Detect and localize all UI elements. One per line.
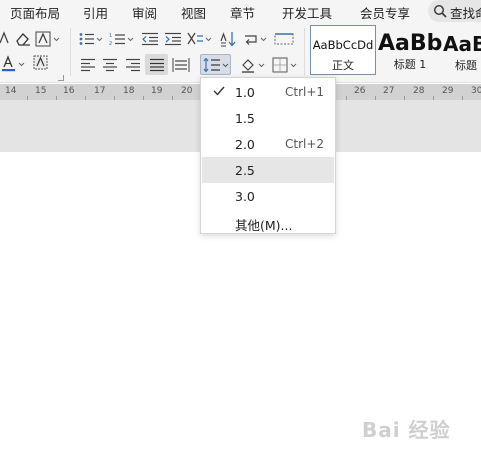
- line-spacing-icon: [203, 58, 229, 72]
- search-label: 查找命令: [450, 6, 481, 21]
- bullet-list-icon[interactable]: [78, 32, 104, 46]
- increase-indent-icon[interactable]: [164, 32, 182, 46]
- svg-text:1: 1: [109, 33, 112, 39]
- style-sample-normal: AaBbCcDd: [312, 38, 374, 52]
- command-search[interactable]: 查找命令: [428, 0, 481, 22]
- ruler-number: 18: [123, 86, 135, 96]
- line-spacing-option-2-0[interactable]: 2.0 Ctrl+2: [202, 131, 334, 157]
- font-color-icon[interactable]: [0, 55, 28, 73]
- ruler-number: 29: [442, 86, 454, 96]
- option-value: 1.0: [235, 85, 255, 100]
- show-hide-marks-icon[interactable]: [243, 32, 269, 46]
- style-normal[interactable]: AaBbCcDd 正文: [310, 25, 376, 75]
- ruler-number: 30: [471, 86, 481, 96]
- tab-references[interactable]: 引用: [83, 3, 108, 22]
- checkmark-icon: [213, 86, 225, 96]
- style-name-heading-1: 标题 1: [393, 58, 427, 71]
- wps-writer-window: 页面布局 引用 审阅 视图 章节 开发工具 会员专享 查找命令: [0, 0, 481, 464]
- table-grid-icon[interactable]: [274, 33, 294, 45]
- menu-bar: 页面布局 引用 审阅 视图 章节 开发工具 会员专享 查找命令: [0, 0, 481, 22]
- shading-fill-icon[interactable]: [240, 57, 266, 73]
- tab-review[interactable]: 审阅: [132, 3, 157, 22]
- ruler-number: 28: [413, 86, 425, 96]
- line-spacing-option-2-5[interactable]: 2.5: [202, 157, 334, 183]
- tab-view[interactable]: 视图: [181, 3, 206, 22]
- tab-member[interactable]: 会员专享: [360, 3, 410, 22]
- ruler-number: 16: [63, 86, 75, 96]
- watermark-logo: Bai 经验: [362, 418, 451, 442]
- style-sample-heading: AaB: [443, 32, 481, 56]
- line-spacing-option-1-0[interactable]: 1.0 Ctrl+1: [202, 79, 334, 105]
- ruler-number: 20: [181, 86, 193, 96]
- ruler-number: 14: [5, 86, 17, 96]
- chinese-layout-icon[interactable]: [187, 32, 213, 46]
- ruler-number: 27: [383, 86, 395, 96]
- line-spacing-option-1-5[interactable]: 1.5: [202, 105, 334, 131]
- decrease-indent-icon[interactable]: [141, 32, 159, 46]
- char-shading-icon[interactable]: [33, 55, 49, 71]
- style-sample-heading-1: AaBb: [378, 31, 442, 56]
- option-shortcut: Ctrl+2: [285, 137, 325, 151]
- align-right-icon[interactable]: [125, 58, 141, 72]
- style-heading[interactable]: AaB 标题: [443, 25, 481, 75]
- numbered-list-icon[interactable]: 12: [109, 32, 135, 46]
- line-spacing-option-other[interactable]: 其他(M)...: [202, 209, 334, 235]
- search-icon: [433, 4, 447, 18]
- line-spacing-menu: 1.0 Ctrl+1 1.5 2.0 Ctrl+2 2.5 3.0 其他(M).…: [200, 77, 336, 234]
- svg-text:2: 2: [109, 41, 112, 46]
- line-spacing-button[interactable]: [200, 54, 231, 75]
- group-divider: [70, 28, 71, 76]
- ruler-number: 26: [354, 86, 366, 96]
- line-spacing-option-3-0[interactable]: 3.0: [202, 183, 334, 209]
- style-name-heading: 标题: [455, 59, 477, 72]
- style-heading-1[interactable]: AaBb 标题 1: [378, 25, 442, 75]
- ruler-number: 19: [151, 86, 163, 96]
- distributed-align-icon[interactable]: [172, 58, 190, 72]
- group-divider: [304, 28, 305, 76]
- ruler-number: 15: [35, 86, 47, 96]
- tab-page-layout[interactable]: 页面布局: [10, 3, 60, 22]
- option-value: 其他(M)...: [235, 218, 293, 233]
- option-value: 1.5: [235, 111, 255, 126]
- home-ribbon: 12 AaBbCcDd 正文 AaBb 标题 1 AaB 标题: [0, 22, 481, 83]
- text-effect-icon[interactable]: [0, 31, 10, 45]
- eraser-icon[interactable]: [15, 32, 31, 46]
- font-dialog-launcher[interactable]: [58, 75, 64, 81]
- ruler-number: 17: [94, 86, 106, 96]
- option-value: 2.5: [235, 163, 255, 178]
- align-center-icon[interactable]: [102, 58, 118, 72]
- char-border-icon[interactable]: [35, 31, 61, 47]
- sort-icon[interactable]: [219, 31, 237, 47]
- style-name-normal: 正文: [332, 59, 354, 72]
- option-value: 2.0: [235, 137, 255, 152]
- tab-developer-tools[interactable]: 开发工具: [282, 3, 332, 22]
- borders-icon[interactable]: [272, 57, 298, 73]
- option-shortcut: Ctrl+1: [285, 85, 325, 99]
- justify-icon: [150, 58, 164, 72]
- tab-chapter[interactable]: 章节: [230, 3, 255, 22]
- option-value: 3.0: [235, 189, 255, 204]
- justify-button[interactable]: [145, 54, 168, 75]
- align-left-icon[interactable]: [80, 58, 96, 72]
